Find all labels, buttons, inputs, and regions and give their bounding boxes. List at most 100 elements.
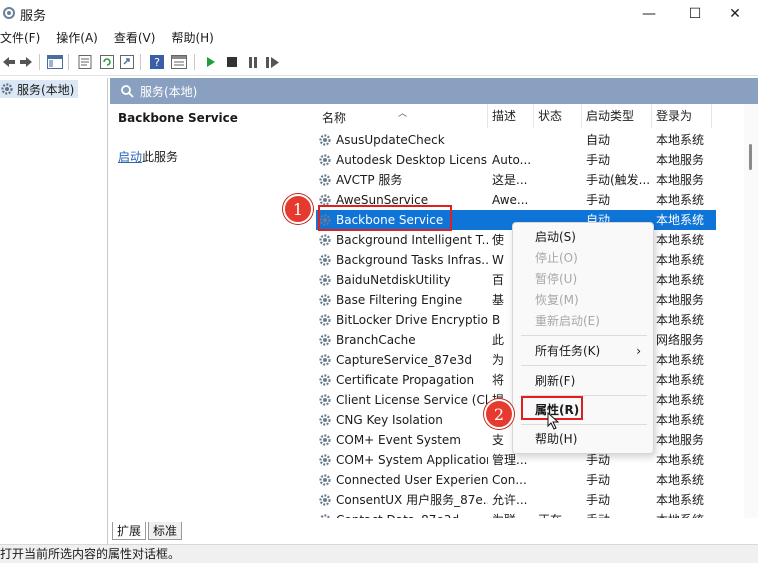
service-name-cell: CNG Key Isolation (336, 413, 443, 427)
service-gear-icon (318, 333, 332, 347)
tab-standard[interactable]: 标准 (148, 522, 183, 540)
service-name-cell: ConsentUX 用户服务_87e... (336, 493, 488, 507)
service-name-cell: Client License Service (Cli... (336, 393, 488, 407)
service-gear-icon (318, 133, 332, 147)
close-button[interactable]: ✕ (712, 0, 758, 28)
sort-up-icon: ︿ (398, 109, 408, 119)
service-name-cell: AsusUpdateCheck (336, 133, 445, 147)
ctx-item-help[interactable]: 帮助(H) (513, 429, 655, 449)
service-desc-cell: 为联... (492, 510, 532, 518)
menu-help[interactable]: 帮助(H) (171, 28, 219, 48)
vertical-scrollbar[interactable] (744, 104, 758, 518)
tree-item-label: 服务(本地) (17, 82, 75, 97)
service-startup-cell: 自动 (586, 133, 611, 147)
service-logon-cell: 本地系统 (656, 193, 705, 207)
minimize-button[interactable]: — (626, 0, 672, 28)
service-logon-cell: 本地系统 (656, 313, 705, 327)
window-title: 服务 (20, 9, 47, 24)
toolbar: ? (0, 48, 758, 76)
column-header-logon[interactable]: 登录为 (652, 104, 712, 128)
column-header-startup[interactable]: 启动类型 (582, 104, 652, 128)
service-logon-cell: 本地系统 (656, 133, 705, 147)
menu-action[interactable]: 操作(A) (56, 28, 104, 48)
restart-icon[interactable] (264, 53, 282, 71)
service-logon-cell: 本地系统 (656, 233, 705, 247)
service-gear-icon (318, 453, 332, 467)
service-name-cell: AVCTP 服务 (336, 173, 403, 187)
ctx-item-start[interactable]: 启动(S) (513, 227, 655, 247)
tab-extended[interactable]: 扩展 (112, 522, 147, 540)
service-startup-cell: 手动(触发... (586, 173, 650, 187)
table-row[interactable]: AVCTP 服务 这是... 手动(触发... 本地服务 (316, 170, 716, 190)
forward-arrow-icon[interactable] (17, 53, 35, 71)
service-startup-cell: 手动 (586, 153, 611, 167)
ctx-item-all-tasks[interactable]: 所有任务(K) › (513, 341, 655, 361)
service-logon-cell: 本地系统 (656, 353, 705, 367)
ctx-item-pause[interactable]: 暂停(U) (513, 269, 655, 289)
service-gear-icon (318, 393, 332, 407)
scrollbar-thumb[interactable] (749, 144, 752, 170)
service-logon-cell: 本地服务 (656, 173, 705, 187)
table-row[interactable]: Connected User Experien... Con... 手动 本地系统 (316, 470, 716, 490)
table-row[interactable]: ConsentUX 用户服务_87e... 允许... 手动 本地系统 (316, 490, 716, 510)
refresh-icon[interactable] (98, 53, 116, 71)
service-gear-icon (318, 153, 332, 167)
ctx-item-resume[interactable]: 恢复(M) (513, 290, 655, 310)
pane-header: 服务(本地) (110, 78, 758, 104)
service-logon-cell: 本地系统 (656, 393, 705, 407)
column-header-name[interactable]: ︿ 名称 (316, 104, 488, 128)
service-logon-cell: 本地服务 (656, 293, 705, 307)
service-logon-cell: 本地系统 (656, 213, 705, 227)
view-tabs: 扩展 标准 (110, 520, 758, 542)
console-tree-icon[interactable] (46, 53, 64, 71)
service-name-cell: COM+ System Application (336, 453, 488, 467)
menu-bar: 文件(F) 操作(A) 查看(V) 帮助(H) (0, 28, 758, 48)
service-logon-cell: 本地服务 (656, 153, 705, 167)
service-logon-cell: 本地系统 (656, 413, 705, 427)
table-row[interactable]: AsusUpdateCheck 自动 本地系统 (316, 130, 716, 150)
service-name-cell: Background Intelligent T... (336, 233, 488, 247)
properties-icon[interactable] (76, 53, 94, 71)
service-gear-icon (318, 253, 332, 267)
service-logon-cell: 网络服务 (656, 333, 705, 347)
ctx-item-stop[interactable]: 停止(O) (513, 248, 655, 268)
service-startup-cell: 手动 (586, 493, 611, 507)
service-logon-cell: 本地系统 (656, 493, 705, 507)
column-header-status[interactable]: 状态 (534, 104, 582, 128)
toolbar-separator (39, 54, 40, 70)
toolbar-separator (68, 54, 69, 70)
selected-service-title: Backbone Service (118, 111, 238, 125)
tree-item-services-local[interactable]: 服务(本地) (0, 80, 79, 98)
service-logon-cell: 本地系统 (656, 453, 705, 467)
pause-icon[interactable] (244, 53, 262, 71)
view-icon[interactable] (170, 53, 188, 71)
ctx-item-refresh[interactable]: 刷新(F) (513, 371, 655, 391)
start-service-link[interactable]: 启动 (118, 150, 142, 164)
table-row[interactable]: Autodesk Desktop Licens... Auto... 手动 本地服务 (316, 150, 716, 170)
table-row[interactable]: Contact Data_87e3d 为联... 正在... 手动本地系统 (316, 510, 716, 518)
export-icon[interactable] (118, 53, 136, 71)
start-icon[interactable] (202, 53, 220, 71)
title-bar: 服务 — ☐ ✕ (0, 0, 758, 28)
service-gear-icon (318, 233, 332, 247)
service-name-cell: Autodesk Desktop Licens... (336, 153, 488, 167)
pane-header-title: 服务(本地) (140, 84, 198, 99)
service-name-cell: Contact Data_87e3d (336, 510, 488, 518)
toolbar-separator (140, 54, 141, 70)
ctx-item-all-tasks-label: 所有任务(K) (535, 344, 601, 358)
toolbar-separator (194, 54, 195, 70)
service-name-cell: BitLocker Drive Encryptio... (336, 313, 488, 327)
menu-view[interactable]: 查看(V) (114, 28, 162, 48)
column-header-desc[interactable]: 描述 (488, 104, 534, 128)
service-gear-icon (318, 493, 332, 507)
stop-icon[interactable] (223, 53, 241, 71)
services-app-icon (3, 7, 15, 19)
step-badge-2: 2 (484, 399, 514, 429)
ctx-item-restart[interactable]: 重新启动(E) (513, 311, 655, 331)
service-desc-cell: 这是... (492, 173, 528, 187)
service-desc-cell: Awe... (492, 193, 529, 207)
menu-file[interactable]: 文件(F) (0, 28, 46, 48)
help-icon[interactable]: ? (148, 53, 166, 71)
service-name-cell: Base Filtering Engine (336, 293, 463, 307)
back-arrow-icon[interactable] (0, 53, 18, 71)
